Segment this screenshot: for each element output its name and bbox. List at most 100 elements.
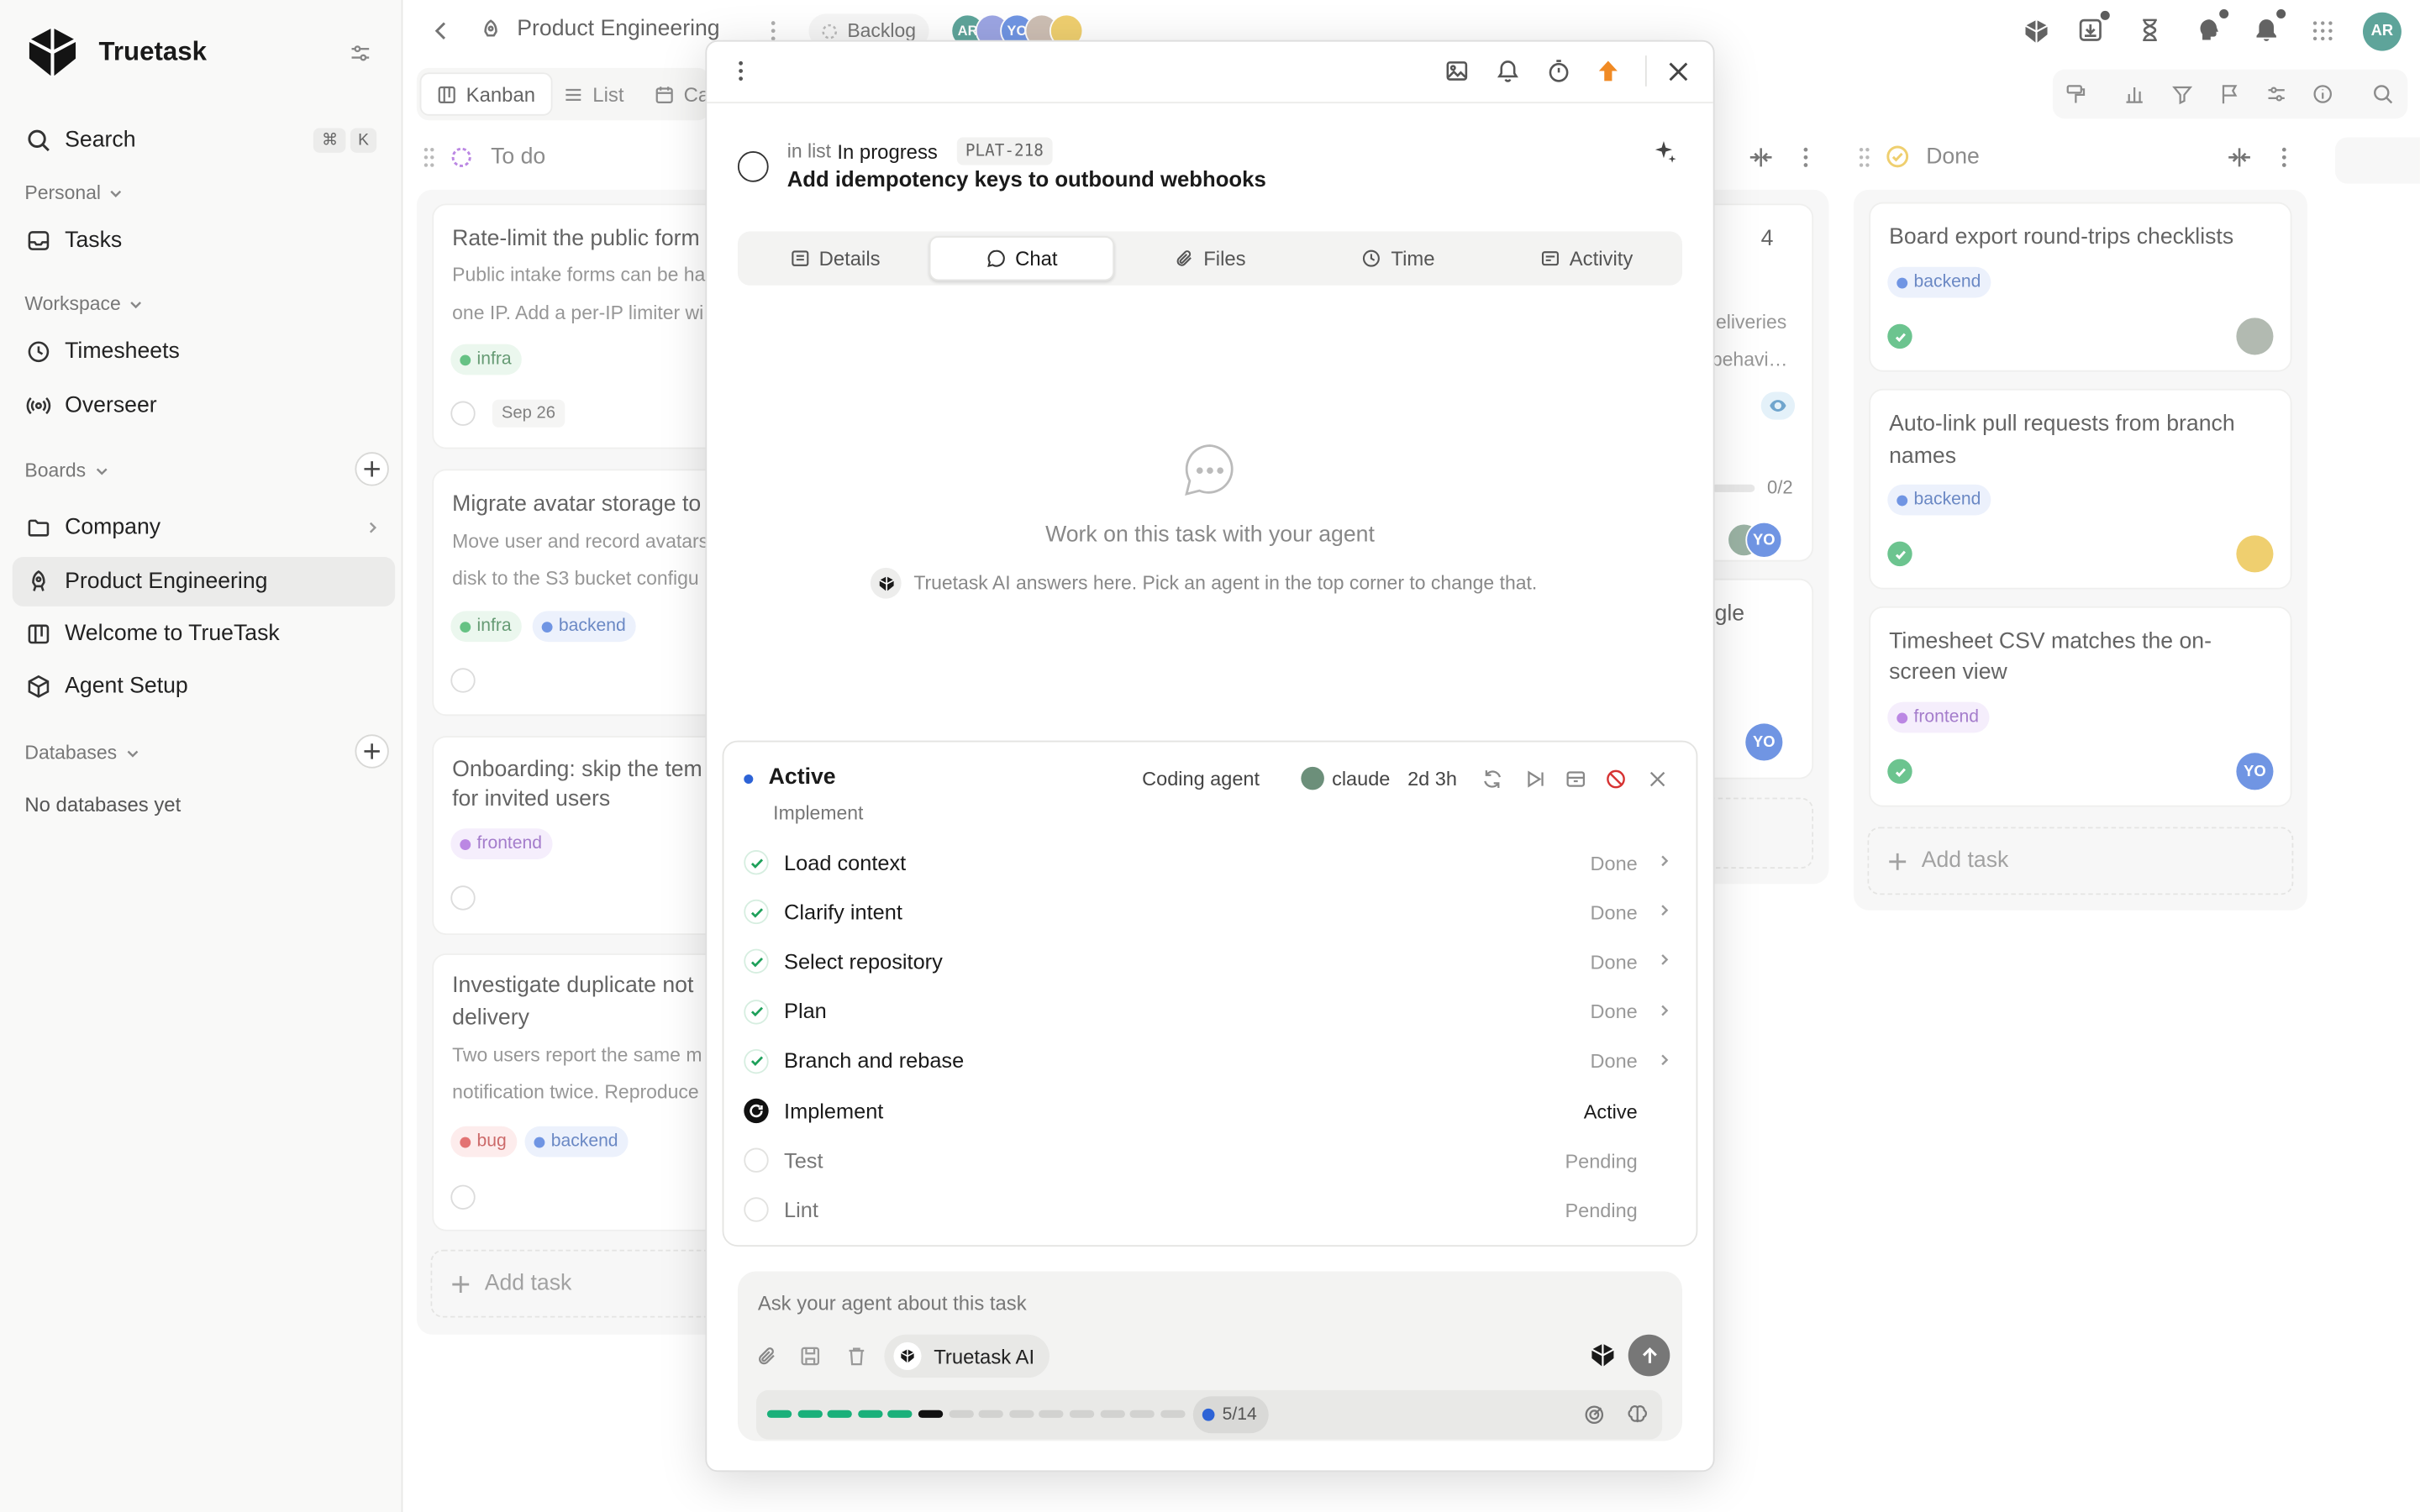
progress-badge[interactable]: 5/14: [1192, 1396, 1270, 1434]
complete-checkbox[interactable]: [450, 668, 476, 693]
completed-check-icon[interactable]: [1887, 541, 1912, 567]
close-icon[interactable]: [1649, 770, 1667, 789]
run-step[interactable]: Branch and rebase Done: [742, 1037, 1674, 1086]
apps-grid-icon[interactable]: [2311, 18, 2335, 43]
list-name[interactable]: In progress: [837, 139, 937, 163]
collapse-column-icon[interactable]: [2227, 146, 2251, 168]
cancel-run-icon[interactable]: [1605, 769, 1627, 790]
priority-high-icon[interactable]: [1596, 59, 1620, 83]
task-card[interactable]: Timesheet CSV matches the on- screen vie…: [1869, 606, 2292, 807]
info-icon[interactable]: [2312, 83, 2333, 105]
run-step[interactable]: Select repository Done: [742, 937, 1674, 987]
sidebar-item-timesheets[interactable]: Timesheets: [13, 327, 396, 376]
collapse-column-icon[interactable]: [1749, 146, 1773, 168]
due-date[interactable]: Sep 26: [492, 399, 566, 428]
search-icon[interactable]: [2372, 83, 2394, 105]
tab-activity[interactable]: Activity: [1494, 236, 1679, 281]
run-step[interactable]: Clarify intent Done: [742, 887, 1674, 937]
sparkle-icon[interactable]: [1653, 139, 1677, 163]
board-title[interactable]: Product Engineering: [517, 17, 719, 41]
truetask-icon[interactable]: [2023, 18, 2049, 45]
task-title[interactable]: Add idempotency keys to outbound webhook…: [787, 166, 1266, 191]
save-icon[interactable]: [799, 1346, 821, 1368]
chevron-right-icon[interactable]: [1656, 1052, 1671, 1067]
composer-input[interactable]: Ask your agent about this task: [758, 1291, 1027, 1315]
sidebar-item-product-engineering[interactable]: Product Engineering: [12, 557, 396, 606]
task-card[interactable]: Auto-link pull requests from branch name…: [1869, 388, 2292, 590]
add-task-button[interactable]: Add task: [1867, 827, 2294, 895]
chevron-right-icon[interactable]: [1656, 853, 1671, 869]
sliders-icon[interactable]: [2265, 83, 2287, 105]
timer-icon[interactable]: [1546, 59, 1570, 83]
tab-list[interactable]: List: [548, 72, 639, 115]
tag-backend[interactable]: backend: [1887, 266, 1992, 298]
back-icon[interactable]: [430, 18, 452, 43]
tag-infra[interactable]: infra: [450, 344, 523, 375]
more-vertical-icon[interactable]: [2276, 146, 2291, 168]
paint-roller-icon[interactable]: [2065, 83, 2087, 105]
section-boards[interactable]: Boards: [24, 459, 108, 481]
add-board-button[interactable]: [355, 452, 389, 486]
sidebar-item-tasks[interactable]: Tasks: [13, 216, 396, 265]
skip-forward-icon[interactable]: [1525, 769, 1547, 790]
brain-icon[interactable]: [1627, 1404, 1649, 1425]
search-button[interactable]: Search ⌘ K: [13, 116, 396, 165]
add-task-button[interactable]: Add task: [430, 1249, 739, 1318]
chevron-right-icon[interactable]: [1656, 903, 1671, 918]
task-card[interactable]: Migrate avatar storage to Move user and …: [432, 469, 741, 717]
sidebar-item-agent-setup[interactable]: Agent Setup: [13, 662, 396, 711]
download-tray-icon[interactable]: [2077, 10, 2110, 43]
task-card[interactable]: Board export round-trips checklists back…: [1869, 202, 2292, 372]
watch-badge[interactable]: [1760, 391, 1796, 420]
chart-icon[interactable]: [2123, 83, 2145, 105]
hourglass-icon[interactable]: [2138, 17, 2162, 43]
tag-bug[interactable]: bug: [450, 1126, 518, 1158]
task-card[interactable]: Rate-limit the public form Public intake…: [432, 203, 741, 449]
tag-frontend[interactable]: frontend: [450, 828, 553, 860]
tag-infra[interactable]: infra: [450, 611, 523, 643]
filter-icon[interactable]: [2171, 83, 2193, 105]
run-step[interactable]: Plan Done: [742, 987, 1674, 1037]
image-icon[interactable]: [1444, 59, 1469, 83]
bell-icon[interactable]: [2254, 9, 2286, 43]
tab-files[interactable]: Files: [1118, 236, 1302, 281]
agent-head-icon[interactable]: [2196, 9, 2229, 43]
truetask-icon[interactable]: [1590, 1342, 1616, 1368]
chevron-right-icon[interactable]: [1656, 953, 1671, 968]
tab-details[interactable]: Details: [742, 236, 927, 281]
bell-icon[interactable]: [1496, 59, 1520, 83]
user-avatar[interactable]: AR: [2362, 12, 2402, 51]
completed-check-icon[interactable]: [1887, 759, 1912, 785]
paperclip-icon[interactable]: [756, 1346, 778, 1368]
complete-checkbox[interactable]: [450, 401, 476, 426]
drag-handle-icon[interactable]: [423, 146, 435, 168]
more-vertical-icon[interactable]: [733, 60, 748, 82]
sidebar-item-overseer[interactable]: Overseer: [13, 381, 396, 431]
sidebar-settings-icon[interactable]: [349, 42, 372, 66]
add-database-button[interactable]: [355, 734, 389, 769]
tag-frontend[interactable]: frontend: [1887, 701, 1990, 733]
flag-icon[interactable]: [2219, 83, 2241, 105]
tag-backend[interactable]: backend: [1887, 484, 1992, 516]
completed-check-icon[interactable]: [1887, 323, 1912, 349]
task-card[interactable]: Onboarding: skip the tem for invited use…: [432, 736, 741, 936]
complete-checkbox[interactable]: [450, 1184, 476, 1210]
tab-chat[interactable]: Chat: [929, 236, 1115, 281]
chevron-right-icon[interactable]: [1656, 1002, 1671, 1017]
tab-time[interactable]: Time: [1306, 236, 1491, 281]
refresh-icon[interactable]: [1481, 769, 1503, 790]
section-personal[interactable]: Personal: [24, 182, 124, 203]
section-databases[interactable]: Databases: [24, 742, 139, 764]
run-step[interactable]: Load context Done: [742, 837, 1674, 887]
tag-backend[interactable]: backend: [524, 1126, 629, 1158]
complete-checkbox[interactable]: [450, 885, 476, 911]
archive-icon[interactable]: [1565, 769, 1586, 790]
close-icon[interactable]: [1667, 60, 1691, 84]
section-workspace[interactable]: Workspace: [24, 293, 144, 315]
add-column-stub[interactable]: [2334, 137, 2420, 184]
agent-selector[interactable]: Truetask AI: [884, 1334, 1050, 1378]
more-vertical-icon[interactable]: [1798, 146, 1813, 168]
send-button[interactable]: [1628, 1334, 1670, 1377]
brand[interactable]: Truetask: [24, 24, 207, 80]
sidebar-item-company[interactable]: Company: [13, 503, 396, 553]
